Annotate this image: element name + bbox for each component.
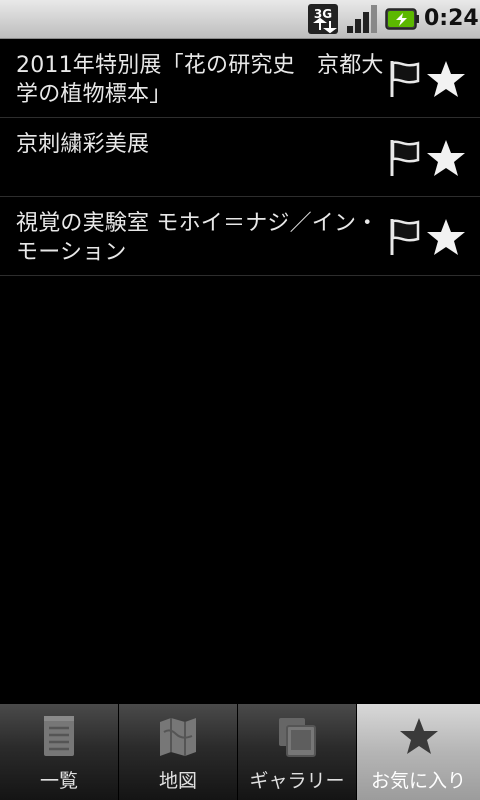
flag-icon[interactable] (388, 59, 422, 99)
tab-gallery[interactable]: ギャラリー (238, 704, 357, 800)
svg-text:3G: 3G (314, 7, 332, 21)
list-item[interactable]: 視覚の実験室 モホイ＝ナジ／イン・モーション (0, 197, 480, 276)
star-icon (399, 718, 438, 754)
signal-strength-icon (347, 5, 377, 33)
flag-icon[interactable] (388, 138, 422, 178)
tab-label: ギャラリー (249, 770, 345, 792)
app-screen: 3G 0:24 2011年特別展「花の研究史 京都大学の植物標本」 京刺繍彩美展… (0, 0, 480, 800)
star-icon[interactable] (424, 217, 468, 257)
star-icon[interactable] (424, 59, 468, 99)
tab-label: 一覧 (39, 770, 78, 792)
item-title: 2011年特別展「花の研究史 京都大学の植物標本」 (16, 53, 384, 107)
tab-label: お気に入り (370, 770, 466, 792)
status-time: 0:24 (424, 6, 479, 31)
item-title: 京刺繍彩美展 (16, 132, 150, 157)
list-item[interactable]: 2011年特別展「花の研究史 京都大学の植物標本」 (0, 39, 480, 118)
battery-charging-icon (385, 8, 419, 30)
tab-map[interactable]: 地図 (119, 704, 238, 800)
tab-list[interactable]: 一覧 (0, 704, 119, 800)
gallery-icon (279, 718, 316, 757)
flag-icon[interactable] (388, 217, 422, 257)
tab-label: 地図 (158, 770, 197, 792)
tab-favorites[interactable]: お気に入り (357, 704, 480, 800)
tab-bar: 一覧 地図 ギャラリー お気に入り (0, 704, 480, 800)
status-bar: 3G 0:24 (0, 0, 480, 39)
3g-data-icon: 3G (308, 4, 338, 34)
star-icon[interactable] (424, 138, 468, 178)
list-icon (44, 716, 74, 756)
map-icon (160, 718, 196, 756)
list-item[interactable]: 京刺繍彩美展 (0, 118, 480, 197)
item-title: 視覚の実験室 モホイ＝ナジ／イン・モーション (16, 211, 379, 265)
favorites-list: 2011年特別展「花の研究史 京都大学の植物標本」 京刺繍彩美展 視覚の実験室 … (0, 39, 480, 276)
